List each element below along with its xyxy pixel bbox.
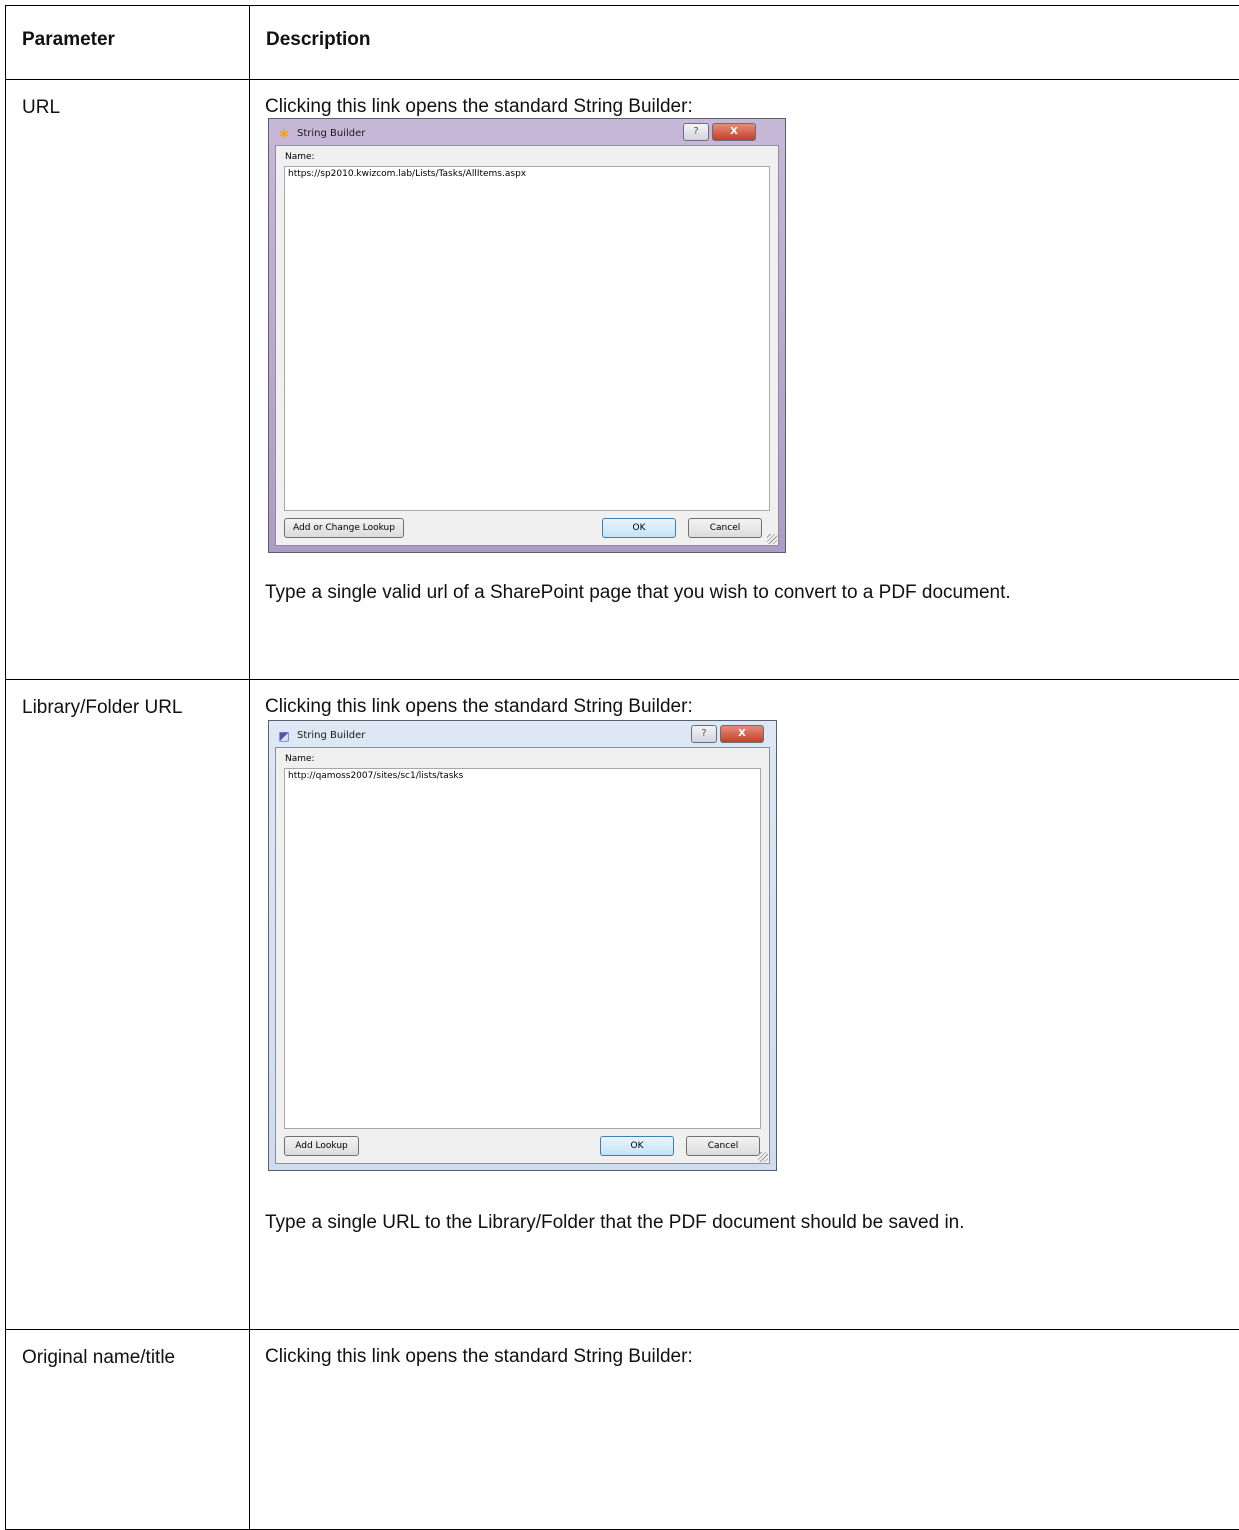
description-note: Type a single URL to the Library/Folder … <box>265 1212 965 1234</box>
description-intro: Clicking this link opens the standard St… <box>265 696 1239 718</box>
resize-grip-icon[interactable] <box>767 534 777 544</box>
parameter-name: Library/Folder URL <box>6 680 250 1330</box>
help-button[interactable]: ? <box>683 123 709 141</box>
dialog-client-area: Name: http://qamoss2007/sites/sc1/lists/… <box>275 747 770 1164</box>
close-button[interactable]: X <box>712 123 756 141</box>
add-lookup-button[interactable]: Add Lookup <box>284 1136 359 1156</box>
string-builder-app-icon: ◩ <box>277 729 291 743</box>
description-note: Type a single valid url of a SharePoint … <box>265 582 1011 604</box>
string-builder-dialog: ✱ String Builder ? X Name: https://sp201… <box>268 118 786 553</box>
column-header-parameter: Parameter <box>6 6 250 80</box>
table-row: Library/Folder URL Clicking this link op… <box>6 680 1239 1330</box>
cancel-button[interactable]: Cancel <box>688 518 762 538</box>
dialog-client-area: Name: https://sp2010.kwizcom.lab/Lists/T… <box>275 145 779 546</box>
parameter-name: URL <box>6 80 250 680</box>
string-builder-app-icon: ✱ <box>277 127 291 141</box>
dialog-titlebar: ◩ String Builder ? X <box>275 725 770 747</box>
dialog-title: String Builder <box>297 730 365 741</box>
cancel-button[interactable]: Cancel <box>686 1136 760 1156</box>
close-button[interactable]: X <box>720 725 764 743</box>
ok-button[interactable]: OK <box>602 518 676 538</box>
dialog-title: String Builder <box>297 128 365 139</box>
ok-button[interactable]: OK <box>600 1136 674 1156</box>
parameter-description: Clicking this link opens the standard St… <box>250 1330 1239 1530</box>
table-row: URL Clicking this link opens the standar… <box>6 80 1239 680</box>
name-textarea[interactable]: https://sp2010.kwizcom.lab/Lists/Tasks/A… <box>284 166 770 511</box>
string-builder-dialog: ◩ String Builder ? X Name: http://qamoss… <box>268 720 777 1171</box>
parameter-name: Original name/title <box>6 1330 250 1530</box>
name-field-label: Name: <box>285 754 761 764</box>
resize-grip-icon[interactable] <box>758 1152 768 1162</box>
parameter-description: Clicking this link opens the standard St… <box>250 80 1239 680</box>
help-button[interactable]: ? <box>691 725 717 743</box>
description-intro: Clicking this link opens the standard St… <box>265 96 1239 118</box>
dialog-titlebar: ✱ String Builder ? X <box>275 123 779 145</box>
add-or-change-lookup-button[interactable]: Add or Change Lookup <box>284 518 404 538</box>
parameter-description: Clicking this link opens the standard St… <box>250 680 1239 1330</box>
parameter-table: Parameter Description URL Clicking this … <box>5 5 1239 1530</box>
table-header-row: Parameter Description <box>6 6 1239 80</box>
column-header-description: Description <box>250 6 1239 80</box>
name-field-label: Name: <box>285 152 770 162</box>
description-intro: Clicking this link opens the standard St… <box>265 1346 1239 1368</box>
name-textarea[interactable]: http://qamoss2007/sites/sc1/lists/tasks <box>284 768 761 1129</box>
table-row: Original name/title Clicking this link o… <box>6 1330 1239 1530</box>
